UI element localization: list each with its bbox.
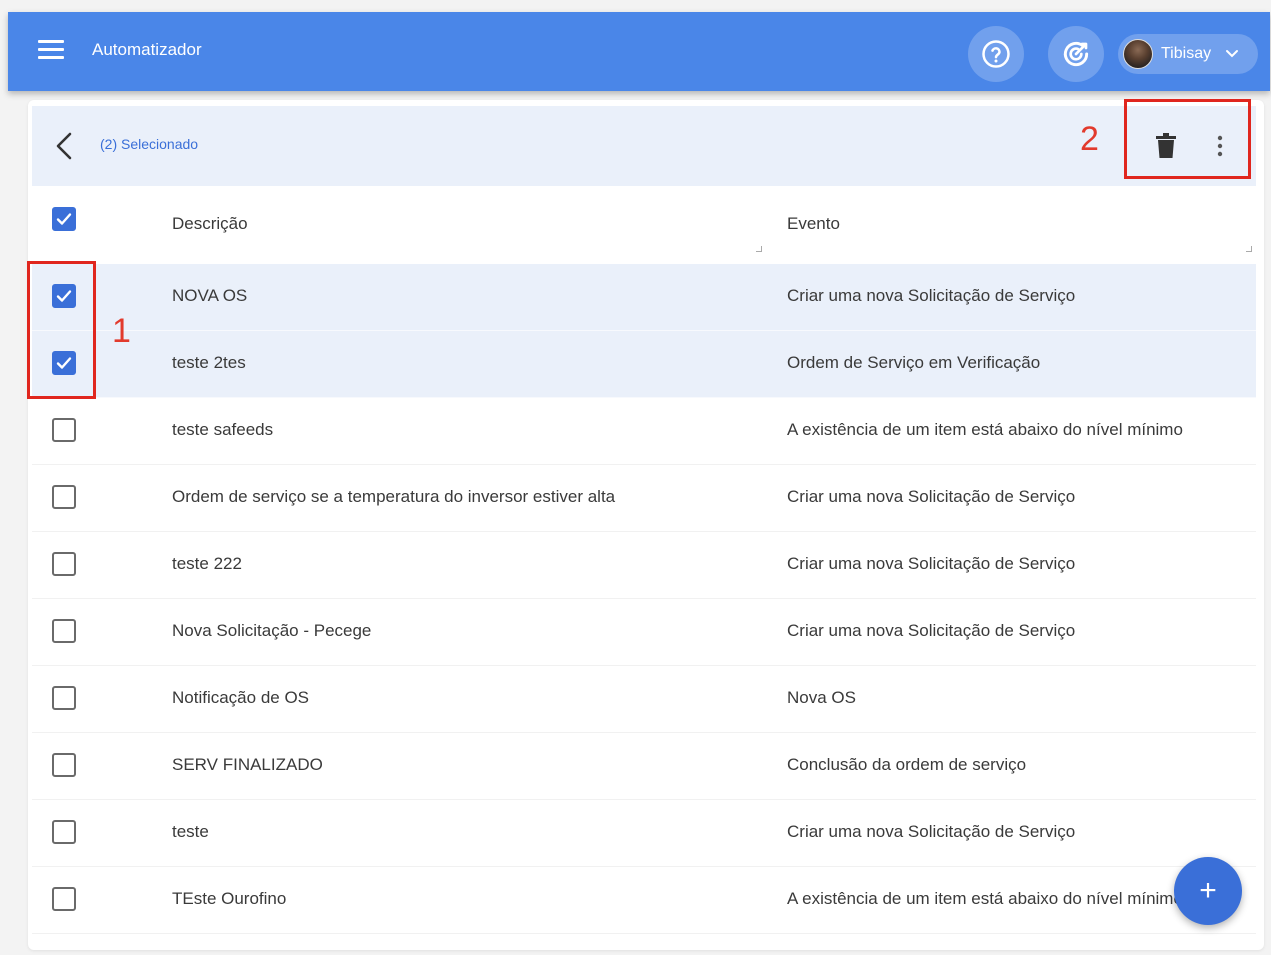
row-description: teste 2tes [172, 353, 246, 372]
annotation-number-2: 2 [1080, 120, 1099, 158]
row-event: A existência de um item está abaixo do n… [787, 420, 1183, 439]
table-row[interactable]: teste safeeds A existência de um item est… [32, 398, 1256, 465]
row-description: Ordem de serviço se a temperatura do inv… [172, 487, 616, 506]
annotation-number-1: 1 [112, 312, 131, 350]
row-event: A existência de um item está abaixo do n… [787, 889, 1183, 908]
column-resize-handle[interactable] [1246, 246, 1252, 252]
row-event: Criar uma nova Solicitação de Serviço [787, 487, 1076, 506]
row-checkbox[interactable] [52, 753, 76, 777]
row-event: Criar uma nova Solicitação de Serviço [787, 554, 1076, 573]
row-description: NOVA OS [172, 286, 248, 305]
table-row[interactable]: NOVA OS Criar uma nova Solicitação de Ser… [32, 264, 1256, 331]
trash-icon [1156, 133, 1176, 158]
add-automation-button[interactable]: + [1174, 857, 1242, 925]
avatar [1123, 39, 1153, 69]
row-event: Nova OS [787, 688, 856, 707]
row-description: teste safeeds [172, 420, 274, 439]
more-vertical-icon [1217, 135, 1223, 157]
row-description: teste [172, 822, 209, 841]
select-all-checkbox[interactable] [52, 207, 76, 231]
table-row[interactable]: teste Criar uma nova Solicitação de Servi… [32, 800, 1256, 867]
row-event: Criar uma nova Solicitação de Serviço [787, 822, 1076, 841]
plus-icon: + [1199, 874, 1217, 907]
delete-button[interactable] [1150, 128, 1182, 164]
table-row[interactable]: Nova Solicitação - Pecege Criar uma nova … [32, 599, 1256, 666]
row-checkbox[interactable] [52, 887, 76, 911]
selection-toolbar [32, 106, 1256, 186]
table-row[interactable]: teste 2tes Ordem de Serviço em Verificaçã… [32, 331, 1256, 398]
row-description: Nova Solicitação - Pecege [172, 621, 372, 640]
row-checkbox[interactable] [52, 418, 76, 442]
table-row[interactable]: TEste Ourofino A existência de um item es… [32, 867, 1256, 934]
more-options-button[interactable] [1208, 128, 1232, 164]
table-row[interactable]: SERV FINALIZADO Conclusão da ordem de ser… [32, 733, 1256, 800]
row-event: Ordem de Serviço em Verificação [787, 353, 1041, 372]
table-row[interactable]: Notificação de OS Nova OS [32, 666, 1256, 733]
table-row[interactable]: Ordem de serviço se a temperatura do inv… [32, 465, 1256, 532]
column-resize-handle[interactable] [756, 246, 762, 252]
row-checkbox[interactable] [52, 820, 76, 844]
row-checkbox[interactable] [52, 485, 76, 509]
row-description: Notificação de OS [172, 688, 310, 707]
user-menu[interactable]: Tibisay [1118, 34, 1258, 74]
sync-target-icon [1063, 41, 1089, 67]
chevron-down-icon [1226, 50, 1239, 58]
row-event: Conclusão da ordem de serviço [787, 755, 1027, 774]
table-row[interactable]: teste 222 Criar uma nova Solicitação de S… [32, 532, 1256, 599]
hamburger-menu-icon[interactable] [38, 40, 64, 62]
help-button[interactable] [968, 26, 1024, 82]
user-name: Tibisay [1161, 45, 1212, 62]
row-event: Criar uma nova Solicitação de Serviço [787, 286, 1076, 305]
row-description: SERV FINALIZADO [172, 755, 323, 774]
check-icon [56, 213, 72, 225]
row-checkbox[interactable] [52, 552, 76, 576]
app-bar: Automatizador Tibisay [8, 12, 1270, 91]
row-description: teste 222 [172, 554, 242, 573]
annotation-box-checkboxes [27, 261, 96, 399]
back-button[interactable] [52, 128, 76, 164]
column-header-event[interactable]: Evento [787, 214, 840, 234]
help-circle-icon [982, 40, 1010, 68]
app-title: Automatizador [92, 40, 202, 59]
sync-button[interactable] [1048, 26, 1104, 82]
table-header: Descrição Evento [32, 190, 1256, 264]
row-checkbox[interactable] [52, 686, 76, 710]
column-header-description[interactable]: Descrição [172, 214, 248, 234]
chevron-left-icon [56, 132, 72, 160]
row-description: TEste Ourofino [172, 889, 287, 908]
selected-count: (2) Selecionado [100, 136, 199, 152]
row-event: Criar uma nova Solicitação de Serviço [787, 621, 1076, 640]
row-checkbox[interactable] [52, 619, 76, 643]
